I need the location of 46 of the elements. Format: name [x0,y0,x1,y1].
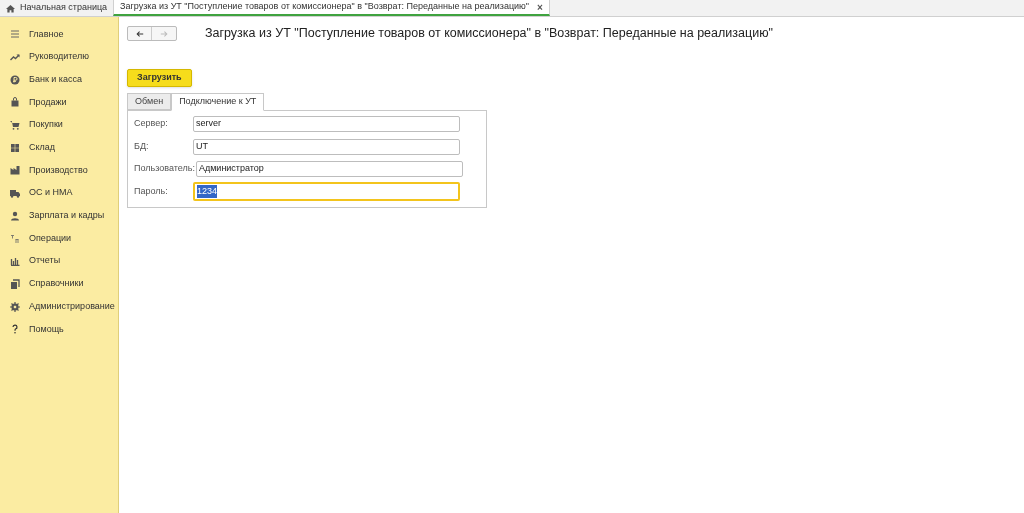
field-label: Пароль: [134,184,169,198]
person-icon [10,210,20,221]
bag-icon [10,97,20,108]
grid-icon [10,142,20,153]
input-field[interactable]: Администратор [195,161,463,177]
form-tab[interactable]: Подключение к УТ [171,93,265,111]
cart-icon [10,120,20,131]
page-tab[interactable]: Загрузка из УТ "Поступление товаров от комиссионера" в "Возврат: Переданные на реализацию" × [113,0,550,16]
form-title: Загрузка из УТ "Поступление товаров от комиссионера" в "Возврат: Переданные на реализацию" [205,25,773,43]
sidebar-item[interactable]: Покупки [0,113,118,137]
close-icon[interactable]: × [537,0,543,15]
sidebar-item[interactable]: Производство [0,159,118,182]
form-tab[interactable]: Обмен [127,93,172,110]
coin-icon [10,74,20,85]
field-label: Сервер: [134,117,169,131]
bar-chart-icon [10,256,20,267]
truck-icon [10,188,20,199]
input-field[interactable]: server [193,116,460,132]
home-icon [6,3,15,13]
sidebar-item[interactable]: Банк и касса [0,68,118,92]
page-tab[interactable]: Начальная страница [0,0,114,16]
forward-arrow-icon [159,29,169,38]
sidebar-item[interactable]: Склад [0,136,118,160]
sidebar-item[interactable]: Операции [0,227,118,250]
trend-icon [10,52,20,63]
factory-icon [10,165,20,176]
help-icon [10,324,20,335]
sidebar-item[interactable]: Зарплата и кадры [0,204,118,228]
sidebar-item[interactable]: Отчеты [0,249,118,273]
load-button[interactable]: Загрузить [127,69,192,87]
letters-icon [10,233,20,244]
sidebar-item[interactable]: Помощь [0,317,118,341]
input-field[interactable]: UT [193,138,460,155]
books-icon [10,278,20,289]
sidebar-item[interactable]: Справочники [0,272,118,296]
input-field[interactable]: 1234 [193,182,460,201]
sidebar-item[interactable]: ОС и НМА [0,181,118,205]
sidebar-item[interactable]: Руководителю [0,45,118,69]
sidebar-item[interactable]: Продажи [0,91,118,114]
field-label: Пользователь: [134,162,196,176]
menu-icon [10,29,20,40]
settings-icon [10,301,20,312]
sidebar-item[interactable]: Главное [0,23,118,46]
field-label: БД: [134,139,150,153]
sidebar-item[interactable]: Администрирование [0,295,118,318]
back-arrow-icon [134,29,145,38]
